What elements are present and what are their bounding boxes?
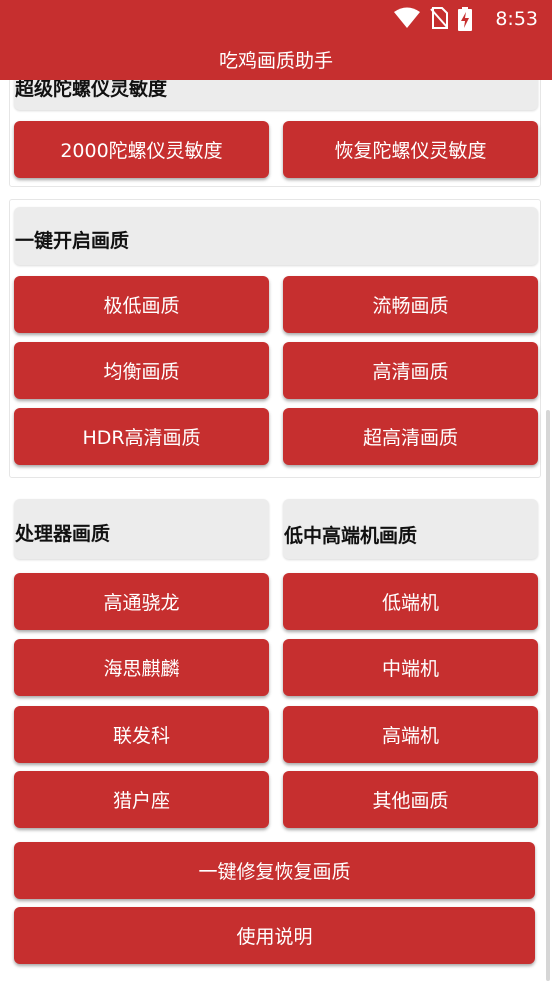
status-time: 8:53 [495, 8, 538, 30]
scrollbar[interactable] [546, 410, 550, 981]
no-sim-icon [430, 7, 448, 31]
processor-mediatek-button[interactable]: 联发科 [14, 706, 269, 763]
tier-header: 低中高端机画质 [284, 525, 418, 547]
gyro-restore-button[interactable]: 恢复陀螺仪灵敏度 [283, 121, 538, 178]
processor-snapdragon-button[interactable]: 高通骁龙 [14, 573, 269, 630]
tier-high-button[interactable]: 高端机 [283, 706, 538, 763]
tier-mid-button[interactable]: 中端机 [283, 639, 538, 696]
main-content[interactable]: 超级陀螺仪灵敏度 2000陀螺仪灵敏度 恢复陀螺仪灵敏度 一键开启画质 极低画质… [0, 0, 552, 981]
quality-uhd-button[interactable]: 超高清画质 [283, 408, 538, 465]
gyro-2000-button[interactable]: 2000陀螺仪灵敏度 [14, 121, 269, 178]
tier-low-button[interactable]: 低端机 [283, 573, 538, 630]
battery-charging-icon [458, 7, 472, 31]
wifi-icon [394, 7, 420, 31]
restore-quality-button[interactable]: 一键修复恢复画质 [14, 842, 535, 899]
processor-header: 处理器画质 [15, 523, 111, 545]
tier-other-button[interactable]: 其他画质 [283, 771, 538, 828]
processor-kirin-button[interactable]: 海思麒麟 [14, 639, 269, 696]
quality-balanced-button[interactable]: 均衡画质 [14, 342, 269, 399]
quality-hdr-button[interactable]: HDR高清画质 [14, 408, 269, 465]
quality-smooth-button[interactable]: 流畅画质 [283, 276, 538, 333]
one-key-quality-header: 一键开启画质 [15, 230, 130, 252]
quality-hd-button[interactable]: 高清画质 [283, 342, 538, 399]
app-bar: 8:53 吃鸡画质助手 [0, 0, 552, 80]
processor-exynos-button[interactable]: 猎户座 [14, 771, 269, 828]
quality-lowest-button[interactable]: 极低画质 [14, 276, 269, 333]
app-title: 吃鸡画质助手 [218, 50, 333, 72]
status-icons [394, 7, 472, 31]
help-button[interactable]: 使用说明 [14, 907, 535, 964]
